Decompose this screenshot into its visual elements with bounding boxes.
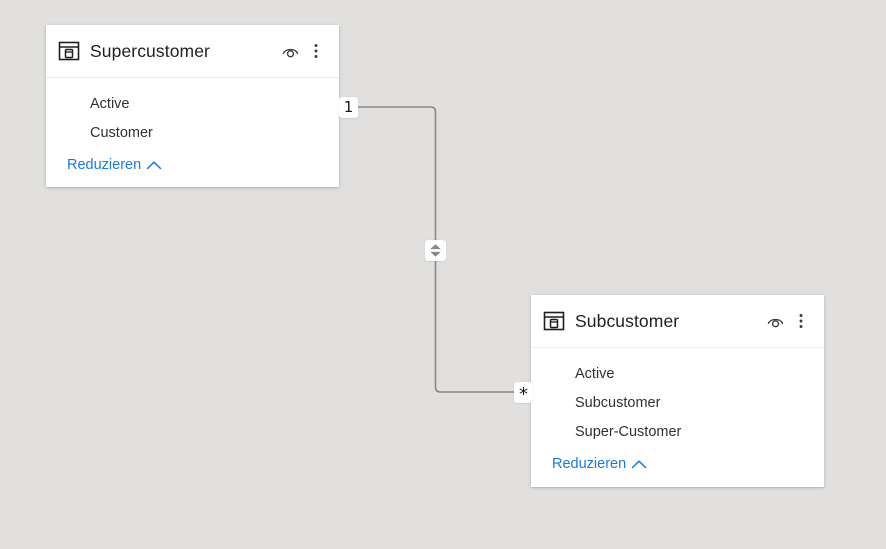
card-body: Active Customer Reduzieren	[46, 78, 339, 187]
entity-card-supercustomer[interactable]: Supercustomer Active Customer Reduzieren	[46, 25, 339, 187]
header-actions	[763, 309, 813, 333]
both-directions-icon	[430, 244, 441, 257]
cardinality-many-label: *	[519, 384, 528, 405]
eye-icon[interactable]	[278, 39, 302, 63]
collapse-toggle[interactable]: Reduzieren	[46, 148, 339, 186]
card-body: Active Subcustomer Super-Customer Reduzi…	[531, 348, 824, 487]
table-icon	[543, 311, 565, 331]
field-row[interactable]: Super-Customer	[531, 418, 824, 447]
cardinality-marker-one[interactable]: 1	[339, 97, 358, 118]
cardinality-marker-many[interactable]: *	[514, 382, 533, 405]
cross-filter-direction-marker[interactable]	[425, 240, 446, 261]
entity-title: Supercustomer	[90, 40, 210, 61]
card-header[interactable]: Subcustomer	[531, 295, 824, 348]
entity-card-subcustomer[interactable]: Subcustomer Active Subcustomer Super-Cus…	[531, 295, 824, 487]
card-header[interactable]: Supercustomer	[46, 25, 339, 78]
field-row[interactable]: Customer	[46, 119, 339, 148]
ellipsis-vertical-icon[interactable]	[304, 39, 328, 63]
collapse-label: Reduzieren	[67, 157, 142, 173]
field-row[interactable]: Active	[46, 90, 339, 119]
cardinality-one-label: 1	[343, 98, 354, 116]
field-row[interactable]: Subcustomer	[531, 389, 824, 418]
chevron-up-icon	[631, 459, 647, 468]
collapse-toggle[interactable]: Reduzieren	[531, 447, 824, 485]
chevron-up-icon	[146, 160, 162, 169]
model-diagram-canvas[interactable]: Supercustomer Active Customer Reduzieren…	[0, 0, 886, 549]
eye-icon[interactable]	[763, 309, 787, 333]
table-icon	[58, 41, 80, 61]
header-actions	[278, 39, 328, 63]
field-row[interactable]: Active	[531, 360, 824, 389]
ellipsis-vertical-icon[interactable]	[789, 309, 813, 333]
entity-title: Subcustomer	[575, 310, 680, 331]
collapse-label: Reduzieren	[552, 456, 627, 472]
